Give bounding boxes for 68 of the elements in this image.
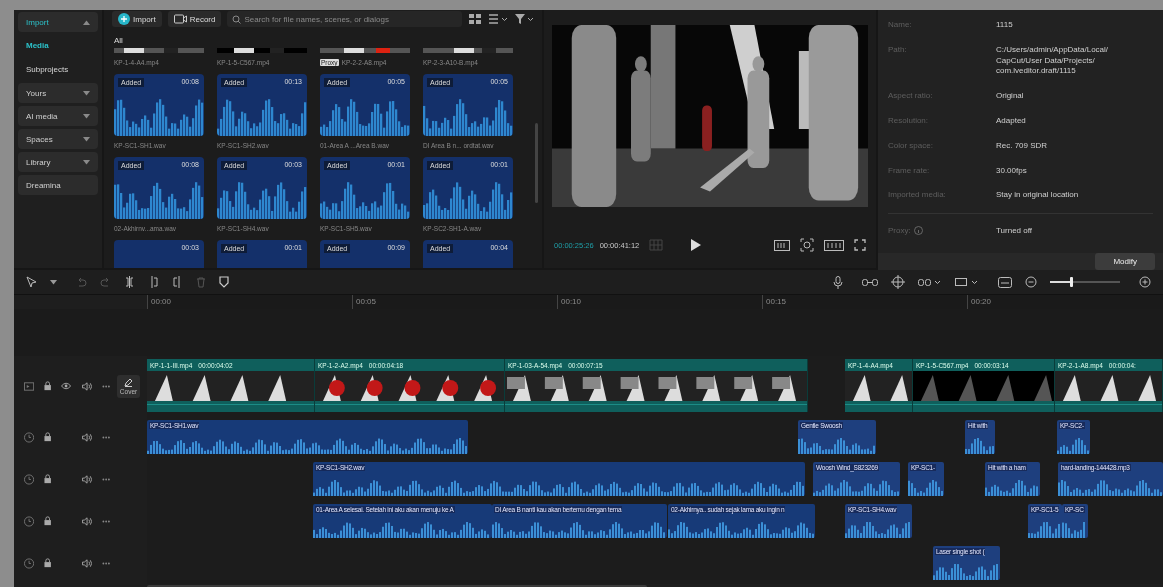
property-value: 1115 [996,20,1014,31]
sidebar-item[interactable]: Dreamina [18,175,98,195]
full-view-icon[interactable] [774,239,790,251]
property-value: Original [996,91,1025,102]
split-left-icon[interactable] [148,276,159,288]
property-value: C:/Users/admin/AppData/Local/ CapCut/User Data/Projects/ com.lveditor.draft/1115 [996,44,1110,78]
lock-icon[interactable] [44,474,52,484]
zoom-out-icon[interactable] [1025,276,1037,288]
play-icon[interactable] [691,239,702,251]
speaker-icon[interactable] [81,381,92,391]
sidebar-item[interactable]: Subprojects [18,59,98,80]
split-right-icon[interactable] [172,276,183,288]
sidebar-item[interactable]: AI media [18,106,98,126]
lock-icon[interactable] [44,558,52,568]
more-icon[interactable] [101,519,110,523]
lock-icon[interactable] [44,516,52,526]
link-icon[interactable] [862,277,878,287]
sidebar-item[interactable]: Yours [18,83,98,103]
modify-button[interactable]: Modify [1095,252,1155,270]
ratio-icon[interactable] [824,239,844,251]
property-value: Rec. 709 SDR [996,140,1049,152]
clock-icon[interactable] [24,431,35,443]
sidebar-item[interactable]: Import [18,12,98,32]
filter-label[interactable]: All [114,36,123,45]
microphone-icon[interactable] [833,275,843,289]
chain-icon[interactable] [918,277,942,287]
caret-icon[interactable] [50,279,57,285]
import-button[interactable]: Import [112,11,162,27]
property-label: Proxy: [888,226,911,236]
shield-icon[interactable] [219,276,229,288]
grid-view-icon[interactable] [468,13,482,25]
focus-icon[interactable] [800,238,814,252]
clock-icon[interactable] [24,473,35,485]
pencil-icon [124,377,133,387]
sidebar-item[interactable]: Spaces [18,129,98,149]
scrollbar[interactable] [535,123,538,203]
more-icon[interactable] [101,477,110,481]
record-button[interactable]: Record [167,11,222,27]
clock-icon[interactable] [24,557,35,569]
property-value: Turned off [996,226,1034,237]
plus-icon [118,13,130,25]
property-label: Name: [888,20,912,29]
property-value: Stay in original location [996,190,1080,202]
more-icon[interactable] [101,435,110,439]
more-icon[interactable] [101,561,110,565]
eye-icon[interactable] [61,382,72,390]
lock-icon[interactable] [44,432,52,442]
split-icon[interactable] [124,276,135,288]
filter-icon[interactable] [514,13,534,25]
clock-icon[interactable] [24,515,35,527]
zoom-in-icon[interactable] [1139,276,1151,288]
property-value: Adapted [996,116,1027,127]
speaker-icon[interactable] [81,474,92,484]
speaker-icon[interactable] [81,558,92,568]
search-field[interactable]: Search for file names, scenes, or dialogs [227,11,462,27]
fullscreen-icon[interactable] [854,239,866,251]
property-value: 30.00fps [996,165,1028,177]
lock-icon[interactable] [44,381,52,391]
sort-icon[interactable] [488,13,508,25]
speaker-icon[interactable] [81,516,92,526]
more-icon[interactable] [101,384,110,388]
cursor-icon[interactable] [26,276,37,288]
camera-icon [173,14,187,24]
sidebar-item[interactable]: Library [18,152,98,172]
caption-icon[interactable] [998,276,1012,288]
sidebar-item[interactable]: Media [18,35,98,56]
speaker-icon[interactable] [81,432,92,442]
film-icon[interactable] [24,381,35,391]
